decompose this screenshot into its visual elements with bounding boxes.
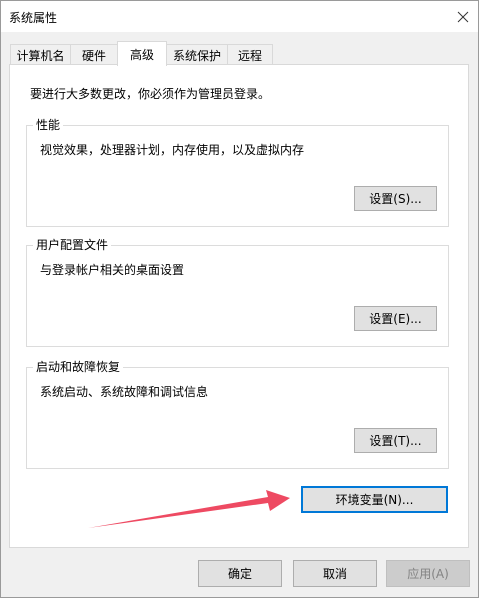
system-properties-window: 系统属性 计算机名 硬件 高级 系统保护 远程 要进行大多数更改，你必须作为管理… — [0, 0, 479, 598]
tab-strip: 计算机名 硬件 高级 系统保护 远程 — [10, 41, 470, 66]
environment-variables-button[interactable]: 环境变量(N)... — [301, 486, 448, 513]
close-button[interactable] — [448, 1, 478, 32]
advanced-tab-panel: 要进行大多数更改，你必须作为管理员登录。 性能 视觉效果，处理器计划，内存使用，… — [9, 64, 469, 548]
startup-recovery-group: 启动和故障恢复 系统启动、系统故障和调试信息 设置(T)... — [26, 359, 449, 469]
cancel-button[interactable]: 取消 — [293, 560, 377, 587]
ok-button[interactable]: 确定 — [198, 560, 282, 587]
startup-recovery-description: 系统启动、系统故障和调试信息 — [40, 385, 209, 399]
performance-settings-button[interactable]: 设置(S)... — [354, 186, 437, 211]
startup-recovery-settings-button[interactable]: 设置(T)... — [354, 428, 437, 453]
performance-description: 视觉效果，处理器计划，内存使用，以及虚拟内存 — [40, 143, 305, 157]
tab-remote[interactable]: 远程 — [227, 44, 273, 65]
user-profiles-description: 与登录帐户相关的桌面设置 — [40, 263, 185, 277]
apply-button[interactable]: 应用(A) — [386, 560, 470, 587]
window-title: 系统属性 — [9, 11, 58, 25]
user-profiles-settings-button[interactable]: 设置(E)... — [354, 306, 437, 331]
close-icon — [457, 11, 469, 22]
performance-group-title: 性能 — [33, 117, 64, 133]
tab-hardware[interactable]: 硬件 — [70, 44, 118, 65]
tab-system-protection[interactable]: 系统保护 — [166, 44, 228, 65]
tab-advanced[interactable]: 高级 — [117, 41, 167, 66]
performance-group: 性能 视觉效果，处理器计划，内存使用，以及虚拟内存 设置(S)... — [26, 117, 449, 227]
user-profiles-group: 用户配置文件 与登录帐户相关的桌面设置 设置(E)... — [26, 237, 449, 347]
tab-computer-name[interactable]: 计算机名 — [10, 44, 71, 65]
user-profiles-group-title: 用户配置文件 — [33, 237, 112, 253]
title-bar: 系统属性 — [1, 1, 478, 32]
startup-recovery-group-title: 启动和故障恢复 — [33, 359, 124, 375]
admin-notice: 要进行大多数更改，你必须作为管理员登录。 — [30, 87, 271, 101]
